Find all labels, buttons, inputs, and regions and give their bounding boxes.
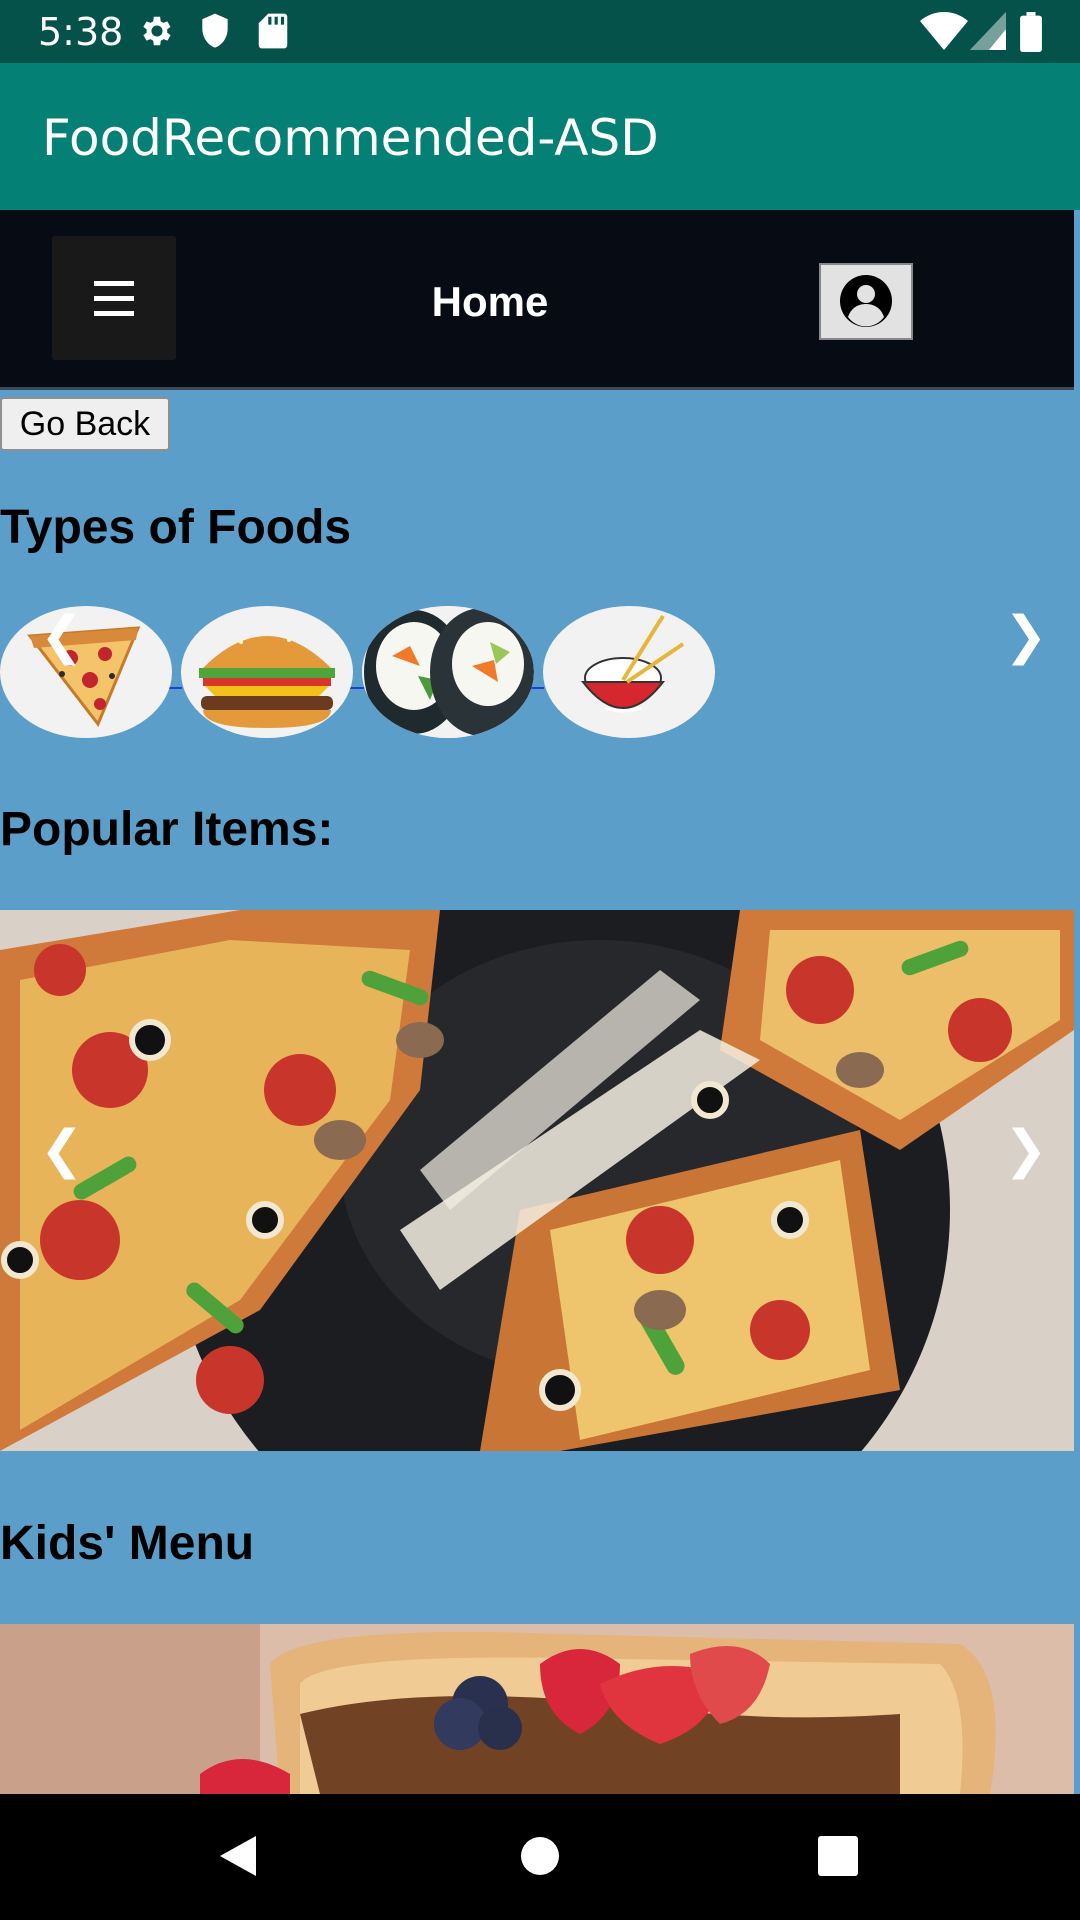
popular-prev-arrow[interactable]: ❮ — [40, 1120, 84, 1180]
status-bar: 5:38 — [0, 0, 1080, 63]
go-back-button[interactable]: Go Back — [0, 397, 170, 451]
burger-icon — [199, 630, 335, 728]
sushi-rolls-icon — [362, 606, 534, 738]
signal-icon — [970, 12, 1006, 50]
site-navbar: Home — [0, 210, 1074, 390]
back-icon[interactable] — [218, 1834, 258, 1878]
status-time: 5:38 — [38, 10, 124, 54]
webview-content: Home Go Back Types of Foods ❮ ❯ Popular … — [0, 210, 1074, 1794]
app-title: FoodRecommended-ASD — [42, 109, 659, 167]
food-type-burger[interactable] — [181, 606, 353, 738]
types-heading: Types of Foods — [0, 501, 352, 554]
food-type-sushi[interactable] — [362, 606, 534, 738]
wifi-icon — [920, 12, 968, 50]
app-bar: FoodRecommended-ASD — [0, 63, 1080, 210]
french-toast-berries-photo — [0, 1624, 1074, 1794]
types-next-arrow[interactable]: ❯ — [1004, 606, 1048, 666]
pizza-slice-icon — [27, 626, 141, 727]
user-account-icon — [840, 275, 892, 327]
gear-icon — [143, 16, 171, 46]
profile-button[interactable] — [819, 263, 913, 340]
food-types-carousel: ❮ ❯ — [0, 606, 1074, 740]
popular-next-arrow[interactable]: ❯ — [1004, 1120, 1048, 1180]
home-icon[interactable] — [520, 1836, 560, 1876]
system-navigation-bar — [0, 1794, 1080, 1920]
rice-bowl-chopsticks-icon — [580, 614, 685, 713]
recents-icon[interactable] — [818, 1836, 858, 1876]
pizza-photo — [0, 910, 1074, 1451]
screen: 5:38 FoodRecommended-ASD Home Go Back Ty… — [0, 0, 1080, 1920]
types-prev-arrow[interactable]: ❮ — [40, 606, 84, 666]
kids-menu-slideshow — [0, 1624, 1074, 1794]
popular-items-slideshow: ❮ ❯ — [0, 910, 1074, 1451]
kids-menu-heading: Kids' Menu — [0, 1517, 255, 1570]
shield-icon — [202, 13, 228, 48]
popular-heading: Popular Items: — [0, 803, 334, 856]
sd-card-icon — [258, 13, 288, 49]
battery-icon — [1020, 12, 1042, 52]
food-type-pizza[interactable] — [0, 606, 172, 738]
food-type-rice[interactable] — [543, 606, 715, 738]
